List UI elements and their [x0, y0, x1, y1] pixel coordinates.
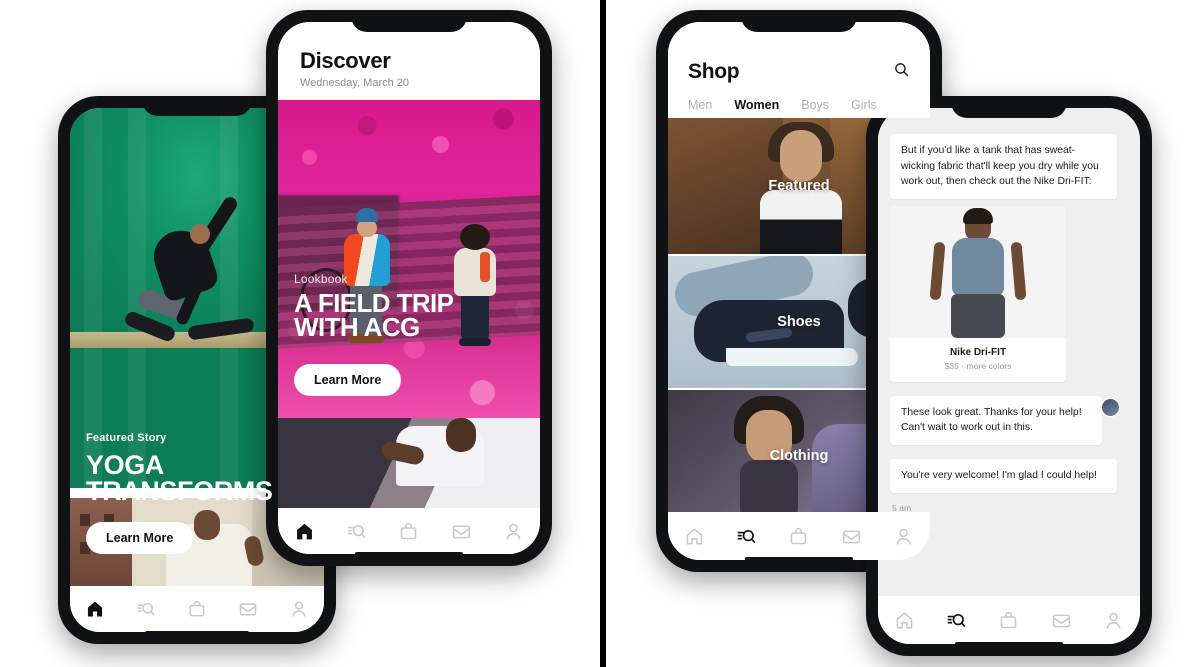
nav-home-icon[interactable]: [294, 521, 315, 542]
avatar: [1101, 397, 1120, 417]
yoga-pose-figure: [118, 194, 268, 344]
product-name: Nike Dri-FIT: [949, 346, 1007, 358]
phone-home-indicator: [955, 642, 1063, 646]
phone-home-indicator: [145, 631, 249, 635]
chat-message-agent-2: You're very welcome! I'm glad I could he…: [890, 459, 1117, 493]
acg-cta-wrap: Learn More: [294, 364, 402, 396]
yoga-bottom-nav: [70, 586, 324, 632]
acg-title-line2: WITH ACG: [294, 312, 420, 343]
nav-inbox-icon[interactable]: [238, 599, 258, 619]
category-label-clothing: Clothing: [769, 448, 829, 464]
tab-boys[interactable]: Boys: [801, 98, 829, 112]
category-label-shoes: Shoes: [777, 314, 821, 330]
nav-bag-icon[interactable]: [398, 521, 419, 542]
phone-notch: [741, 10, 857, 32]
screenshot-stage: Featured Story YOGA TRANSFORMS Learn Mor…: [0, 0, 1200, 667]
acg-kicker: Lookbook: [294, 271, 348, 286]
discover-bottom-nav: [278, 508, 540, 554]
phone-notch: [351, 10, 467, 32]
tab-women[interactable]: Women: [734, 98, 779, 112]
nav-search-icon[interactable]: [736, 526, 757, 547]
nav-home-icon[interactable]: [894, 610, 915, 631]
yoga-learn-more-button[interactable]: Learn More: [86, 522, 194, 554]
shop-bottom-nav: [668, 512, 930, 560]
phone-home-indicator: [355, 552, 463, 556]
chat-bottom-nav: [878, 596, 1140, 644]
acg-text-block: Lookbook A FIELD TRIP WITH ACG: [294, 271, 524, 343]
nav-home-icon[interactable]: [684, 526, 705, 547]
nav-home-icon[interactable]: [85, 599, 105, 619]
nav-bag-icon[interactable]: [998, 610, 1019, 631]
yoga-title-line2: TRANSFORMS: [86, 475, 273, 506]
phone-notch: [142, 96, 252, 116]
nav-profile-icon[interactable]: [289, 599, 309, 619]
phone-notch: [951, 96, 1067, 118]
acg-lookbook-card[interactable]: Lookbook A FIELD TRIP WITH ACG Learn Mor…: [278, 100, 540, 418]
product-price: $35 - more colors: [944, 360, 1012, 371]
yoga-caption: Featured Story YOGA TRANSFORMS: [70, 431, 324, 506]
nav-search-icon[interactable]: [136, 599, 156, 619]
discover-date: Wednesday, March 20: [300, 77, 410, 89]
phone-home-indicator: [745, 557, 853, 561]
shop-category-tabs: Men Women Boys Girls: [688, 98, 910, 112]
nav-profile-icon[interactable]: [1103, 610, 1124, 631]
nav-inbox-icon[interactable]: [451, 521, 472, 542]
nav-bag-icon[interactable]: [788, 526, 809, 547]
yoga-kicker: Featured Story: [86, 431, 167, 444]
nav-inbox-icon[interactable]: [1051, 610, 1072, 631]
nav-bag-icon[interactable]: [187, 599, 207, 619]
chat-message-user-1: These look great. Thanks for your help! …: [890, 395, 1102, 446]
tab-girls[interactable]: Girls: [851, 98, 877, 112]
yoga-cta-wrap: Learn More: [86, 522, 194, 554]
tab-men[interactable]: Men: [688, 98, 712, 112]
discover-page-title: Discover: [300, 48, 391, 73]
nav-profile-icon[interactable]: [503, 521, 524, 542]
nav-search-icon[interactable]: [946, 610, 967, 631]
search-icon[interactable]: [893, 61, 910, 83]
category-label-featured: Featured: [768, 178, 830, 194]
panel-divider: [600, 0, 606, 667]
yoga-title-line1: YOGA: [86, 449, 164, 480]
acg-learn-more-button[interactable]: Learn More: [294, 364, 402, 396]
nav-search-icon[interactable]: [346, 521, 367, 542]
shop-header: Shop Men Women Boys Girls: [668, 22, 930, 118]
shop-page-title: Shop: [688, 60, 740, 83]
nav-inbox-icon[interactable]: [841, 526, 862, 547]
nav-profile-icon[interactable]: [893, 526, 914, 547]
product-card[interactable]: Nike Dri-FIT $35 - more colors: [890, 205, 1066, 382]
discover-header: Discover Wednesday, March 20: [278, 22, 540, 100]
